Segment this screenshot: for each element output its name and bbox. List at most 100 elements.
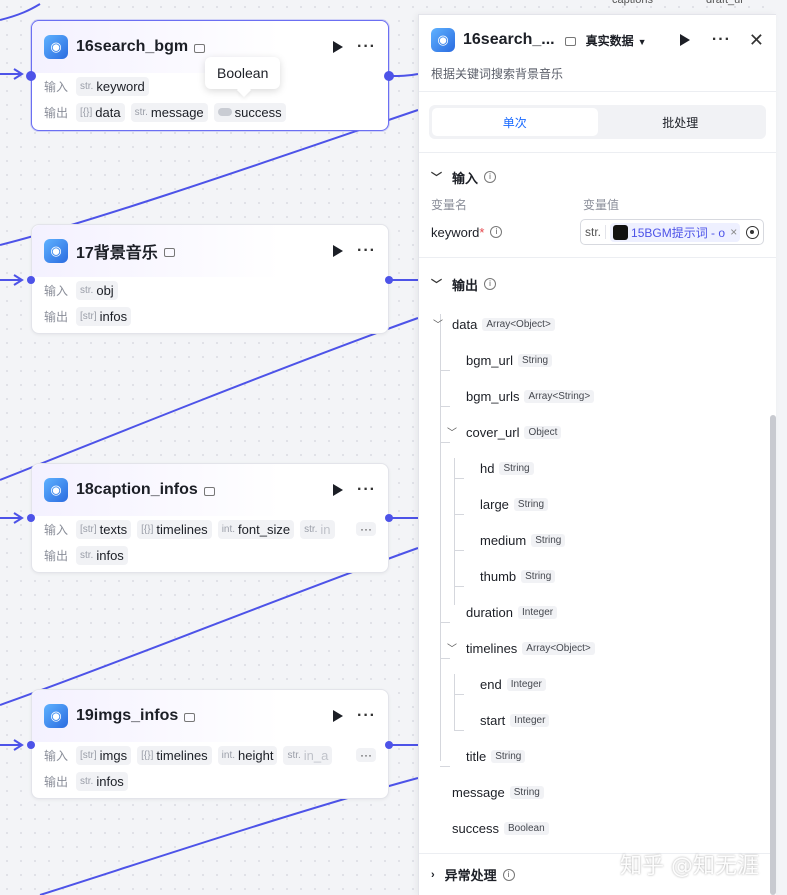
tree-item[interactable]: timelines Array<Object> (466, 638, 595, 658)
tree-item[interactable]: bgm_url String (466, 350, 553, 370)
background-chip: captions (612, 0, 653, 6)
node-more-icon[interactable]: ··· (357, 482, 376, 498)
caret-down-icon: ▼ (637, 36, 647, 47)
tree-item[interactable]: duration Integer (466, 602, 558, 622)
input-port[interactable] (27, 514, 35, 522)
input-section-title: 输入 (452, 170, 479, 186)
output-port[interactable] (385, 741, 393, 749)
info-icon: i (502, 868, 515, 881)
outputs-label: 输出 (44, 548, 69, 563)
node-outputs-row: 输出 [{}] data str. message success (32, 99, 388, 125)
target-icon[interactable] (746, 225, 759, 239)
type-tooltip: Boolean (205, 57, 281, 89)
node-title: 17背景音乐 (76, 245, 158, 262)
exception-section-title: 异常处理 (444, 868, 497, 883)
output-port[interactable] (385, 514, 393, 522)
outputs-label: 输出 (44, 309, 69, 324)
node-title: 19imgs_infos (76, 707, 179, 724)
run-node-icon[interactable] (333, 710, 344, 722)
input-chip: int. font_size (217, 519, 295, 539)
run-node-icon[interactable] (333, 484, 344, 496)
tree-guide (440, 314, 441, 761)
input-port[interactable] (27, 741, 35, 749)
more-inputs-button[interactable]: ··· (356, 748, 376, 762)
plugin-badge-icon (564, 36, 576, 46)
output-section-header[interactable]: ﹀ 输出 i (419, 268, 776, 300)
chevron-down-icon[interactable]: ﹀ (447, 424, 457, 439)
input-chip: str. obj (76, 280, 118, 300)
outputs-label: 输出 (44, 774, 69, 789)
chevron-down-icon: ﹀ (431, 172, 442, 184)
output-chip: str. infos (76, 545, 128, 565)
tree-guide (454, 458, 455, 605)
tree-item[interactable]: large String (480, 494, 549, 514)
run-mode-tabs: 单次 批处理 (429, 105, 766, 139)
keyword-name: keyword * i (431, 225, 580, 240)
keyword-row: keyword * i str. 15BGM提示词 - o × (419, 215, 776, 249)
input-chip: int. height (217, 745, 278, 765)
run-node-icon[interactable] (333, 245, 344, 257)
node-bg-music[interactable]: ◉ 17背景音乐 ··· 输入 str. obj 输出 [str] infos (31, 224, 389, 334)
plugin-badge-icon (194, 43, 206, 53)
tree-item[interactable]: success Boolean (452, 818, 549, 838)
tree-item[interactable]: medium String (480, 530, 566, 550)
plugin-icon: ◉ (44, 35, 68, 59)
input-chip: str. in (300, 519, 335, 539)
inputs-label: 输入 (44, 522, 69, 537)
required-mark: * (479, 224, 485, 240)
plugin-badge-icon (184, 712, 196, 722)
node-more-icon[interactable]: ··· (357, 39, 376, 55)
node-title: 18caption_infos (76, 481, 198, 498)
plugin-icon: ◉ (44, 239, 68, 263)
input-port[interactable] (26, 71, 36, 81)
input-chip: str. in_a (283, 745, 333, 765)
close-icon[interactable]: ✕ (749, 30, 764, 51)
node-outputs-row: 输出 str. infos (32, 542, 388, 568)
output-chip: success (213, 102, 286, 122)
tree-item[interactable]: cover_url Object (466, 422, 562, 442)
node-title: 16search_bgm (76, 38, 189, 55)
tree-item[interactable]: bgm_urls Array<String> (466, 386, 595, 406)
panel-scrollbar[interactable] (770, 415, 776, 895)
node-more-icon[interactable]: ··· (357, 243, 376, 259)
chevron-down-icon[interactable]: ﹀ (433, 316, 443, 331)
tree-item[interactable]: end Integer (480, 674, 546, 694)
node-outputs-row: 输出 [str] infos (32, 303, 388, 329)
input-chip: [{}] timelines (137, 519, 212, 539)
chevron-right-icon: › (431, 868, 435, 881)
tree-guide (454, 674, 455, 731)
canvas-edge (775, 0, 787, 895)
keyword-value-field[interactable]: str. 15BGM提示词 - o × (580, 219, 764, 245)
run-node-icon[interactable] (679, 34, 690, 46)
input-section-header[interactable]: ﹀ 输入 i (419, 161, 776, 193)
data-mode-label: 真实数据 (585, 33, 634, 48)
tree-item[interactable]: title String (466, 746, 526, 766)
tree-item[interactable]: message String (452, 782, 544, 802)
tree-item[interactable]: data Array<Object> (452, 314, 555, 334)
remove-icon[interactable]: × (730, 225, 737, 239)
output-port[interactable] (385, 276, 393, 284)
background-chip: draft_ur (706, 0, 744, 6)
node-imgs-infos[interactable]: ◉ 19imgs_infos ··· 输入 [str] imgs [{}] time… (31, 689, 389, 799)
node-more-icon[interactable]: ··· (357, 708, 376, 724)
tree-item[interactable]: hd String (480, 458, 534, 478)
panel-more-icon[interactable]: ··· (712, 32, 731, 48)
tree-item[interactable]: thumb String (480, 566, 556, 586)
output-port[interactable] (384, 71, 394, 81)
output-tree: ﹀ ﹀ ﹀ data Array<Object> bgm_url String bg… (419, 300, 776, 840)
output-chip: [str] infos (76, 306, 132, 326)
chevron-down-icon[interactable]: ﹀ (447, 640, 457, 655)
node-inputs-row: 输入 [str] texts [{}] timelines int. font_siz… (32, 516, 388, 542)
inputs-label: 输入 (44, 748, 69, 763)
tab-batch[interactable]: 批处理 (598, 108, 764, 136)
col-value-label: 变量值 (583, 197, 620, 212)
more-inputs-button[interactable]: ··· (356, 522, 376, 536)
data-mode-dropdown[interactable]: 真实数据 ▼ (586, 32, 647, 49)
tree-item[interactable]: start Integer (480, 710, 550, 730)
run-node-icon[interactable] (333, 41, 344, 53)
node-caption-infos[interactable]: ◉ 18caption_infos ··· 输入 [str] texts [{}]… (31, 463, 389, 573)
tab-single[interactable]: 单次 (432, 108, 598, 136)
input-port[interactable] (27, 276, 35, 284)
plugin-icon: ◉ (431, 28, 455, 52)
output-section-title: 输出 (452, 277, 479, 293)
